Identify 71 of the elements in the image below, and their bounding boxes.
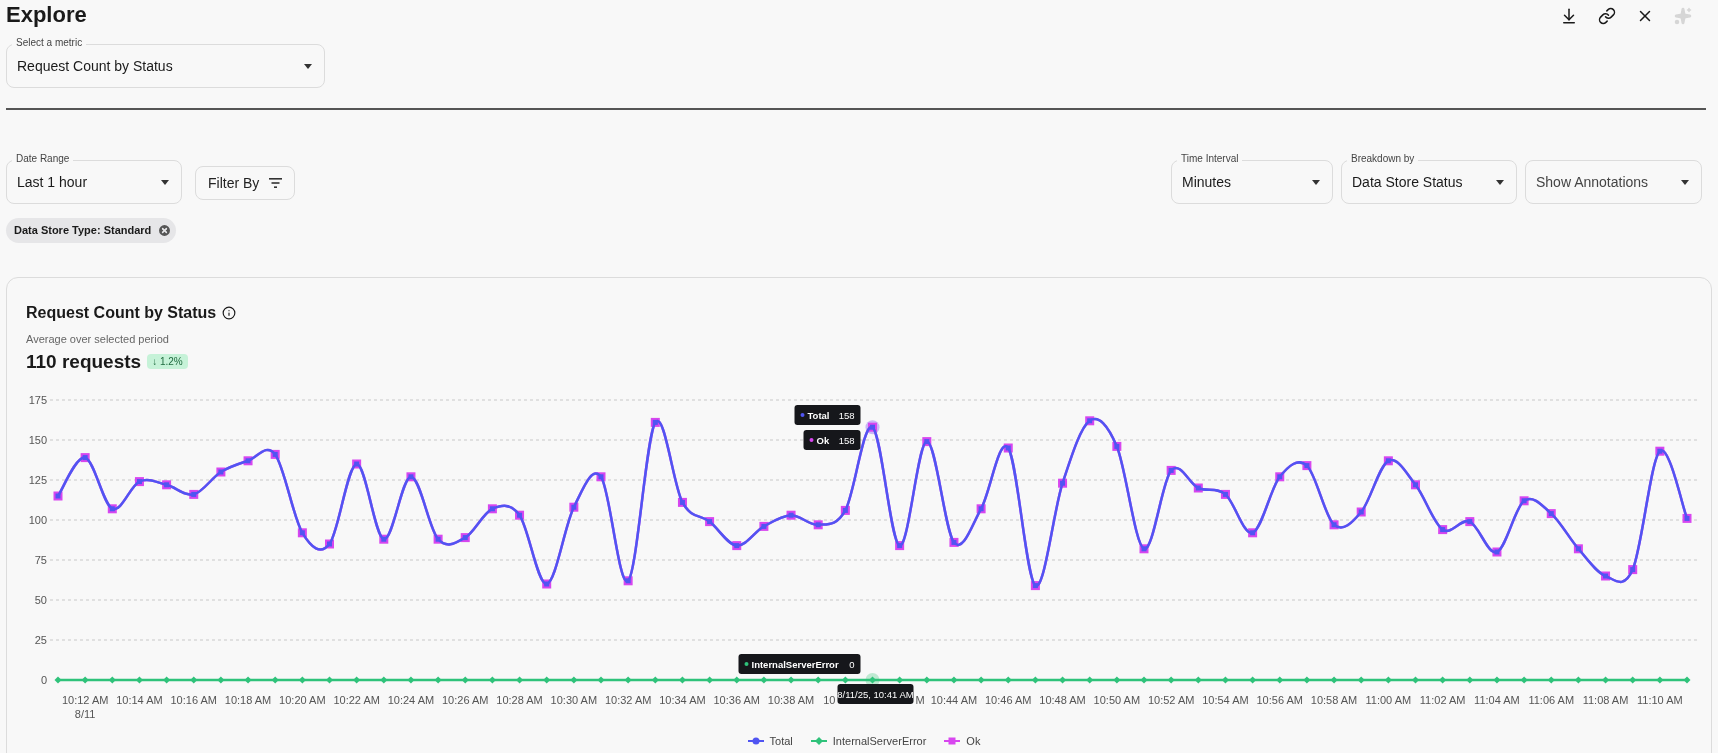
caret-icon <box>1681 179 1689 185</box>
caret-icon <box>161 179 169 185</box>
filter-chip[interactable]: Data Store Type: Standard <box>6 218 177 243</box>
field-label: Time Interval <box>1177 153 1243 165</box>
x-axis-label: 10:36 AM <box>713 694 760 706</box>
x-axis-label: 11:10 AM <box>1637 694 1683 706</box>
x-axis-label: 10:44 AM <box>930 694 978 706</box>
legend-label[interactable]: Ok <box>966 734 981 748</box>
x-axis-label: 10:54 AM <box>1202 694 1249 706</box>
x-axis-label: 10:26 AM <box>442 694 489 706</box>
y-axis-label: 175 <box>28 394 47 406</box>
y-axis-label: 125 <box>28 474 47 486</box>
legend-marker-icon <box>810 737 827 745</box>
dropdown-select[interactable]: Show Annotations <box>1525 160 1702 204</box>
chart-tooltip: Total 158 <box>794 405 861 425</box>
x-axis-label-fragment: 10 <box>823 694 836 706</box>
date-tooltip: 8/11/25, 10:41 AM <box>837 684 914 704</box>
x-axis-label: 11:00 AM <box>1365 694 1412 706</box>
x-axis-label: 10:18 AM <box>224 694 272 706</box>
x-axis-label: 10:28 AM <box>496 694 543 706</box>
x-axis-label: 10:20 AM <box>279 694 326 706</box>
filter-icon <box>269 178 283 188</box>
x-axis-date: 8/11 <box>74 708 96 720</box>
x-axis-label: 10:58 AM <box>1310 694 1358 706</box>
page-title: Explore <box>6 4 87 26</box>
legend-marker-icon <box>747 737 764 745</box>
chart-tooltip: InternalServerError 0 <box>738 654 861 674</box>
field-label: Date Range <box>12 153 74 165</box>
filter-button[interactable]: Filter By <box>195 166 296 200</box>
link-icon[interactable] <box>1598 7 1616 25</box>
y-axis-label: 50 <box>34 594 47 606</box>
chart-tooltip: Ok 158 <box>803 430 861 450</box>
x-axis-label: 10:34 AM <box>659 694 706 706</box>
summary-value: 110 requests <box>26 349 142 374</box>
x-axis-label: 10:52 AM <box>1147 694 1195 706</box>
y-axis-label: 0 <box>40 674 47 686</box>
x-axis-label: 11:04 AM <box>1474 694 1520 706</box>
x-axis-label: 10:46 AM <box>985 694 1032 706</box>
x-axis-label: 10:50 AM <box>1093 694 1141 706</box>
download-icon[interactable] <box>1560 7 1578 25</box>
legend-marker-icon <box>944 737 961 745</box>
remove-icon <box>157 223 173 238</box>
change-badge: ↓ 1.2% <box>147 354 188 370</box>
info-icon <box>222 306 237 320</box>
y-axis-label: 100 <box>28 514 47 526</box>
caret-icon <box>304 63 312 69</box>
card-subtitle: Average over selected period <box>26 332 170 347</box>
caret-icon <box>1312 179 1320 185</box>
x-axis-label: 10:24 AM <box>387 694 435 706</box>
x-axis-label: 10:48 AM <box>1039 694 1086 706</box>
x-axis-label: 11:06 AM <box>1528 694 1575 706</box>
field-label: Breakdown by <box>1347 153 1419 165</box>
x-axis-label: 10:14 AM <box>116 694 163 706</box>
legend-label[interactable]: Total <box>769 734 793 748</box>
x-axis-label: 11:08 AM <box>1582 694 1629 706</box>
y-axis-label: 25 <box>34 634 47 646</box>
x-axis-label: 11:02 AM <box>1419 694 1466 706</box>
x-axis-label: 10:56 AM <box>1256 694 1303 706</box>
y-axis-label: 75 <box>34 554 47 566</box>
x-axis-label: 10:12 AM <box>61 694 109 706</box>
x-axis-label-fragment: M <box>915 694 925 706</box>
x-axis-label: 10:16 AM <box>170 694 217 706</box>
x-axis-label: 10:30 AM <box>550 694 598 706</box>
x-axis-label: 10:32 AM <box>604 694 652 706</box>
x-axis-label: 10:38 AM <box>767 694 815 706</box>
field-label: Select a metric <box>12 37 87 49</box>
x-axis-label: 10:22 AM <box>333 694 380 706</box>
legend-label[interactable]: InternalServerError <box>832 734 927 748</box>
caret-icon <box>1496 179 1504 185</box>
y-axis-label: 150 <box>28 434 47 446</box>
card-title: Request Count by Status <box>26 303 217 323</box>
